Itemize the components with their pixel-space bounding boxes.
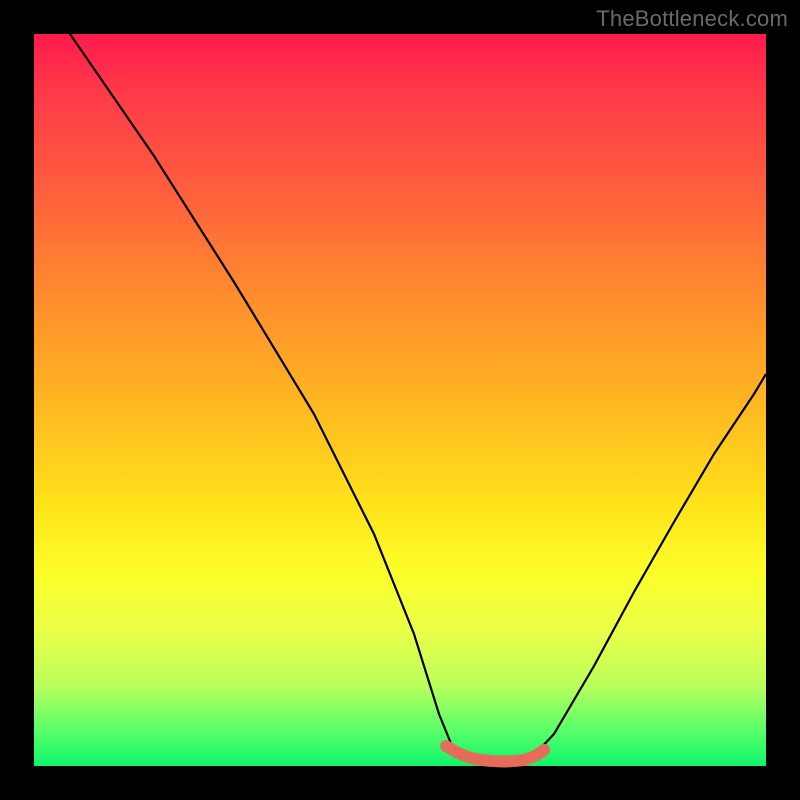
- chart-frame: TheBottleneck.com: [0, 0, 800, 800]
- gradient-plot-area: [34, 34, 766, 766]
- curve-left-limb: [70, 34, 452, 746]
- watermark-text: TheBottleneck.com: [596, 6, 788, 32]
- curve-right-limb: [539, 374, 766, 750]
- curve-svg: [34, 34, 766, 766]
